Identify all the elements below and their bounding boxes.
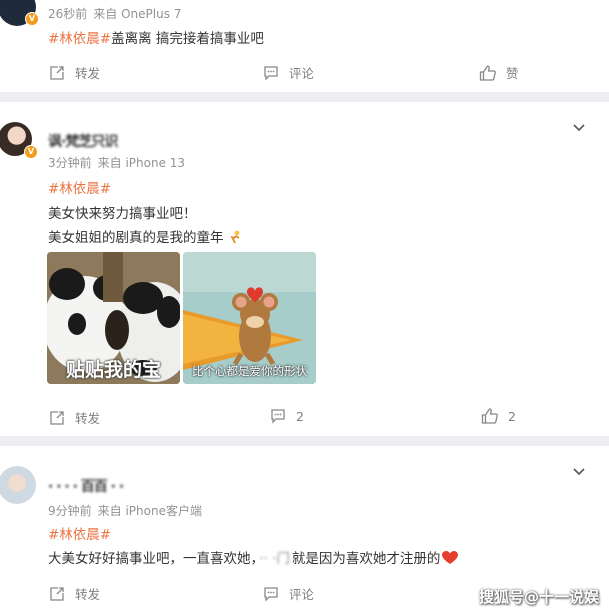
repost-button[interactable]: 转发 <box>49 408 100 427</box>
post-time: 3分钟前 <box>48 156 92 170</box>
post-meta: 3分钟前 来自 iPhone 13 <box>48 154 191 171</box>
post-time: 26秒前 <box>48 7 88 21</box>
thumb-up-icon <box>479 64 496 81</box>
comment-icon <box>264 65 278 81</box>
post-image-panda[interactable]: 贴贴我的宝 <box>47 252 180 384</box>
verified-badge-icon: V <box>24 145 38 159</box>
post-source: 来自 iPhone客户端 <box>97 504 202 518</box>
comment-button[interactable]: 评论 <box>263 584 314 603</box>
like-button[interactable]: 2 <box>481 408 516 424</box>
post-time: 9分钟前 <box>48 504 92 518</box>
post-source: 来自 OnePlus 7 <box>93 7 182 21</box>
image-caption: 贴贴我的宝 <box>65 359 161 381</box>
hashtag-link[interactable]: #林依晨# <box>48 31 111 47</box>
running-emoji-icon <box>226 230 242 244</box>
repost-button[interactable]: 转发 <box>49 63 100 82</box>
comment-icon <box>264 586 278 602</box>
chevron-down-icon[interactable] <box>571 119 587 135</box>
username[interactable]: 讽·梵芝只识 <box>48 131 118 151</box>
comment-icon <box>271 409 285 424</box>
repost-icon <box>50 586 64 601</box>
post-body: 大美女好好搞事业吧，一直喜欢她， ·· ·门 就是因为喜欢她才注册的 <box>48 547 459 569</box>
post-body: 盖离离 搞完接着搞事业吧 <box>111 31 264 47</box>
comment-button[interactable]: 2 <box>270 408 304 424</box>
repost-button[interactable]: 转发 <box>49 584 100 603</box>
repost-icon <box>50 65 64 80</box>
post-image-mouse[interactable]: 比个心都是爱你的形状 <box>183 252 316 384</box>
image-caption: 比个心都是爱你的形状 <box>192 364 307 378</box>
red-heart-icon <box>442 551 459 569</box>
post-meta: 26秒前 来自 OnePlus 7 <box>48 5 187 22</box>
post-line-2: 美女姐姐的剧真的是我的童年 <box>48 226 242 246</box>
thumb-up-icon <box>481 408 498 424</box>
watermark: 搜狐号@十一说娱 <box>478 588 599 606</box>
post-card-2: V 讽·梵芝只识 3分钟前 来自 iPhone 13 #林依晨# 美女快来努力搞事… <box>0 102 609 436</box>
verified-badge-icon: V <box>25 12 39 26</box>
username[interactable]: · · · · 百百 · · <box>48 476 124 496</box>
post-source: 来自 iPhone 13 <box>97 156 186 170</box>
like-button[interactable]: 赞 <box>479 63 519 82</box>
post-meta: 9分钟前 来自 iPhone客户端 <box>48 502 208 519</box>
hashtag-link[interactable]: #林依晨# <box>48 523 111 543</box>
post-card-1: V 26秒前 来自 OnePlus 7 #林依晨#盖离离 搞完接着搞事业吧 转发 … <box>0 0 609 92</box>
comment-button[interactable]: 评论 <box>263 63 314 82</box>
chevron-down-icon[interactable] <box>571 463 587 479</box>
repost-icon <box>50 410 64 425</box>
hashtag-link[interactable]: #林依晨# <box>48 177 111 197</box>
avatar[interactable] <box>0 466 36 504</box>
post-text: #林依晨#盖离离 搞完接着搞事业吧 <box>48 27 264 47</box>
post-line-1: 美女快来努力搞事业吧！ <box>48 206 197 222</box>
blurred-text: ·· ·门 <box>259 551 290 567</box>
